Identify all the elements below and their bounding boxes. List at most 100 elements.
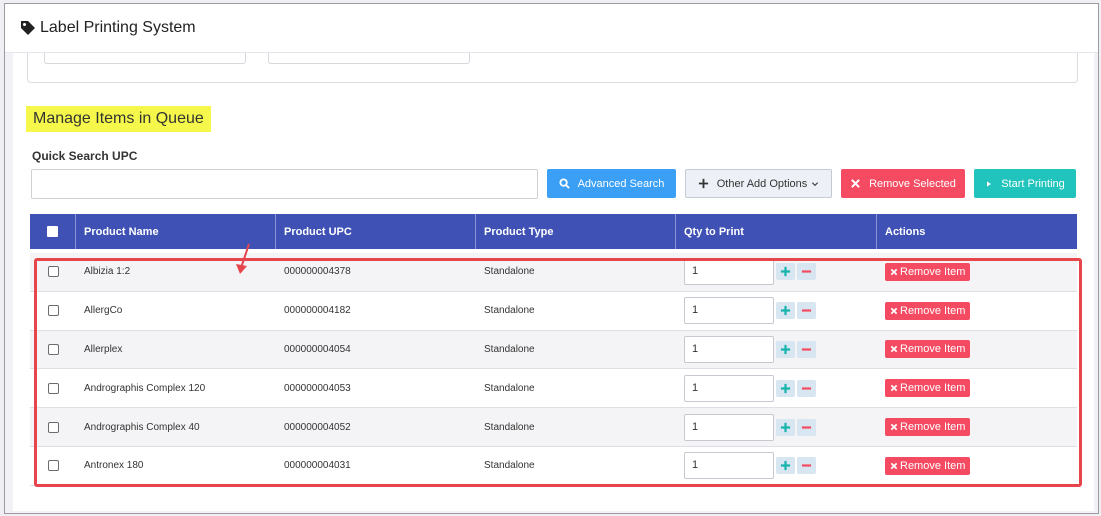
- increment-button[interactable]: [776, 418, 795, 436]
- other-add-options-button[interactable]: Other Add Options: [685, 169, 832, 198]
- row-select-cell: [30, 292, 76, 330]
- decrement-button[interactable]: [797, 263, 816, 281]
- start-printing-label: Start Printing: [1001, 177, 1065, 190]
- decrement-button[interactable]: [797, 340, 816, 358]
- select-all-checkbox[interactable]: [47, 226, 58, 237]
- product-type: Standalone: [484, 305, 535, 317]
- close-icon: [890, 385, 898, 392]
- qty-input[interactable]: 1: [684, 374, 774, 402]
- close-icon: [851, 179, 860, 188]
- product-name: Allerplex: [84, 343, 123, 355]
- actions-cell: Remove Item: [877, 331, 1077, 369]
- row-checkbox[interactable]: [47, 305, 59, 317]
- table-row: Antronex 180 000000004031 Standalone 1 R…: [30, 446, 1077, 486]
- decrement-button[interactable]: [797, 379, 816, 397]
- minus-icon: [801, 425, 812, 429]
- qty-input[interactable]: 1: [684, 335, 774, 363]
- qty-input[interactable]: 1: [684, 258, 774, 286]
- table-body: Albizia 1:2 000000004378 Standalone 1 Re…: [30, 253, 1077, 486]
- row-checkbox[interactable]: [47, 421, 59, 433]
- close-icon: [890, 346, 898, 353]
- app-title: Label Printing System: [40, 19, 196, 36]
- product-type: Standalone: [484, 343, 535, 355]
- column-header[interactable]: Product UPC: [276, 214, 476, 249]
- minus-icon: [801, 387, 812, 390]
- decrement-button[interactable]: [797, 457, 816, 475]
- product-type: Standalone: [484, 460, 535, 472]
- product-name: Andrographis Complex 40: [84, 421, 200, 433]
- plus-icon: [780, 383, 791, 393]
- remove-item-button[interactable]: Remove Item: [885, 456, 971, 475]
- qty-cell: 1: [676, 408, 877, 446]
- increment-button[interactable]: [776, 340, 795, 358]
- table-row: Albizia 1:2 000000004378 Standalone 1 Re…: [30, 253, 1077, 292]
- column-header[interactable]: Product Type: [476, 214, 676, 249]
- actions-cell: Remove Item: [877, 369, 1077, 407]
- previous-panel: [27, 53, 1078, 83]
- quick-search-input[interactable]: [31, 169, 538, 199]
- minus-icon: [801, 464, 812, 467]
- previous-field[interactable]: [268, 53, 470, 64]
- product-upc: 000000004054: [284, 343, 351, 355]
- row-checkbox[interactable]: [47, 343, 59, 355]
- qty-input[interactable]: 1: [684, 452, 774, 480]
- product-name: Antronex 180: [84, 460, 144, 472]
- row-select-cell: [30, 253, 76, 291]
- tag-icon: [21, 21, 35, 35]
- product-type: Standalone: [484, 266, 535, 278]
- other-add-options-label: Other Add Options: [716, 177, 808, 190]
- queue-table: Product Name Product UPC Product Type Qt…: [30, 214, 1077, 486]
- qty-input[interactable]: 1: [684, 297, 774, 325]
- minus-icon: [801, 309, 812, 312]
- product-upc: 000000004378: [284, 266, 351, 278]
- increment-button[interactable]: [776, 302, 795, 320]
- queue-card: Manage Items in Queue Quick Search UPC A…: [13, 53, 1094, 511]
- quick-search-label: Quick Search UPC: [32, 149, 138, 163]
- qty-cell: 1: [676, 253, 877, 291]
- app-header: Label Printing System: [5, 4, 1098, 53]
- close-icon: [890, 423, 898, 431]
- remove-item-button[interactable]: Remove Item: [885, 340, 971, 359]
- remove-item-button[interactable]: Remove Item: [885, 301, 971, 320]
- plus-icon: [780, 422, 791, 432]
- remove-item-button[interactable]: Remove Item: [885, 379, 971, 398]
- advanced-search-button[interactable]: Advanced Search: [547, 169, 676, 198]
- increment-button[interactable]: [776, 457, 795, 475]
- qty-cell: 1: [676, 369, 877, 407]
- app-window: Label Printing System Manage Items in Qu…: [4, 3, 1099, 514]
- remove-item-button[interactable]: Remove Item: [885, 262, 971, 281]
- row-select-cell: [30, 369, 76, 407]
- qty-cell: 1: [676, 331, 877, 369]
- product-type: Standalone: [484, 421, 535, 433]
- actions-cell: Remove Item: [877, 447, 1077, 485]
- product-name: AllergCo: [84, 305, 123, 317]
- previous-field[interactable]: [44, 53, 246, 64]
- row-select-cell: [30, 408, 76, 446]
- product-name: Albizia 1:2: [84, 266, 131, 278]
- search-icon: [559, 178, 570, 189]
- product-upc: 000000004053: [284, 382, 351, 394]
- decrement-button[interactable]: [797, 302, 816, 320]
- actions-cell: Remove Item: [877, 292, 1077, 330]
- increment-button[interactable]: [776, 263, 795, 281]
- column-header[interactable]: Qty to Print: [676, 214, 877, 249]
- plus-icon: [780, 306, 791, 316]
- row-checkbox[interactable]: [47, 460, 59, 472]
- row-select-cell: [30, 331, 76, 369]
- row-checkbox[interactable]: [47, 266, 59, 278]
- qty-input[interactable]: 1: [684, 413, 774, 441]
- table-row: Allerplex 000000004054 Standalone 1 Remo…: [30, 330, 1077, 370]
- chevron-down-icon: [812, 181, 819, 186]
- select-all-cell: [30, 214, 76, 249]
- product-upc: 000000004052: [284, 421, 351, 433]
- start-printing-button[interactable]: Start Printing: [974, 169, 1076, 198]
- increment-button[interactable]: [776, 379, 795, 397]
- plus-icon: [780, 267, 791, 277]
- remove-selected-button[interactable]: Remove Selected: [841, 169, 965, 198]
- close-icon: [890, 268, 898, 276]
- column-header: Actions: [885, 225, 926, 238]
- column-header[interactable]: Product Name: [76, 214, 276, 249]
- decrement-button[interactable]: [797, 418, 816, 436]
- remove-item-button[interactable]: Remove Item: [885, 418, 971, 437]
- row-checkbox[interactable]: [47, 382, 59, 394]
